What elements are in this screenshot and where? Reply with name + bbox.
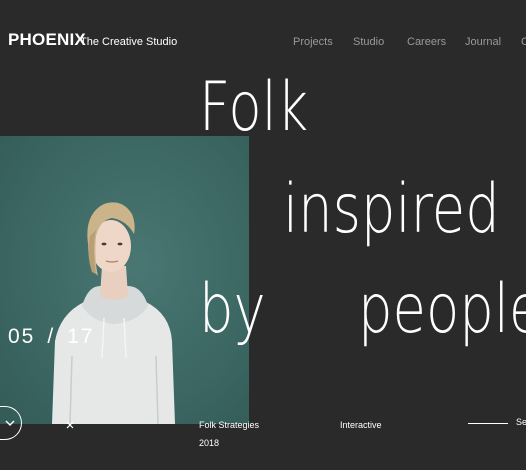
main-nav: Projects Studio Careers Journal C — [0, 35, 526, 49]
headline-word-2: inspired — [283, 170, 500, 249]
project-name[interactable]: Folk Strategies — [199, 419, 259, 431]
see-project-line — [468, 423, 508, 424]
slide-current: 05 — [8, 325, 36, 348]
headline-word-3: by — [199, 270, 266, 349]
nav-contact[interactable]: C — [521, 35, 526, 49]
headline-word-1: Folk — [199, 68, 309, 147]
close-button[interactable] — [64, 418, 76, 430]
headline-word-4: people — [358, 270, 526, 349]
see-project-link[interactable]: See — [516, 416, 526, 428]
project-year: 2018 — [199, 438, 220, 448]
nav-studio[interactable]: Studio — [353, 35, 384, 49]
slide-separator: / — [47, 325, 56, 348]
project-category: Interactive — [340, 420, 382, 430]
chevron-down-icon — [5, 420, 15, 426]
nav-careers[interactable]: Careers — [407, 35, 446, 49]
nav-projects[interactable]: Projects — [293, 35, 333, 49]
nav-journal[interactable]: Journal — [465, 35, 501, 49]
close-icon — [66, 421, 74, 429]
slide-total: 17 — [67, 325, 95, 348]
page: PHOENIX The Creative Studio Projects Stu… — [0, 0, 526, 470]
slide-counter: 05 / 17 — [8, 325, 95, 349]
